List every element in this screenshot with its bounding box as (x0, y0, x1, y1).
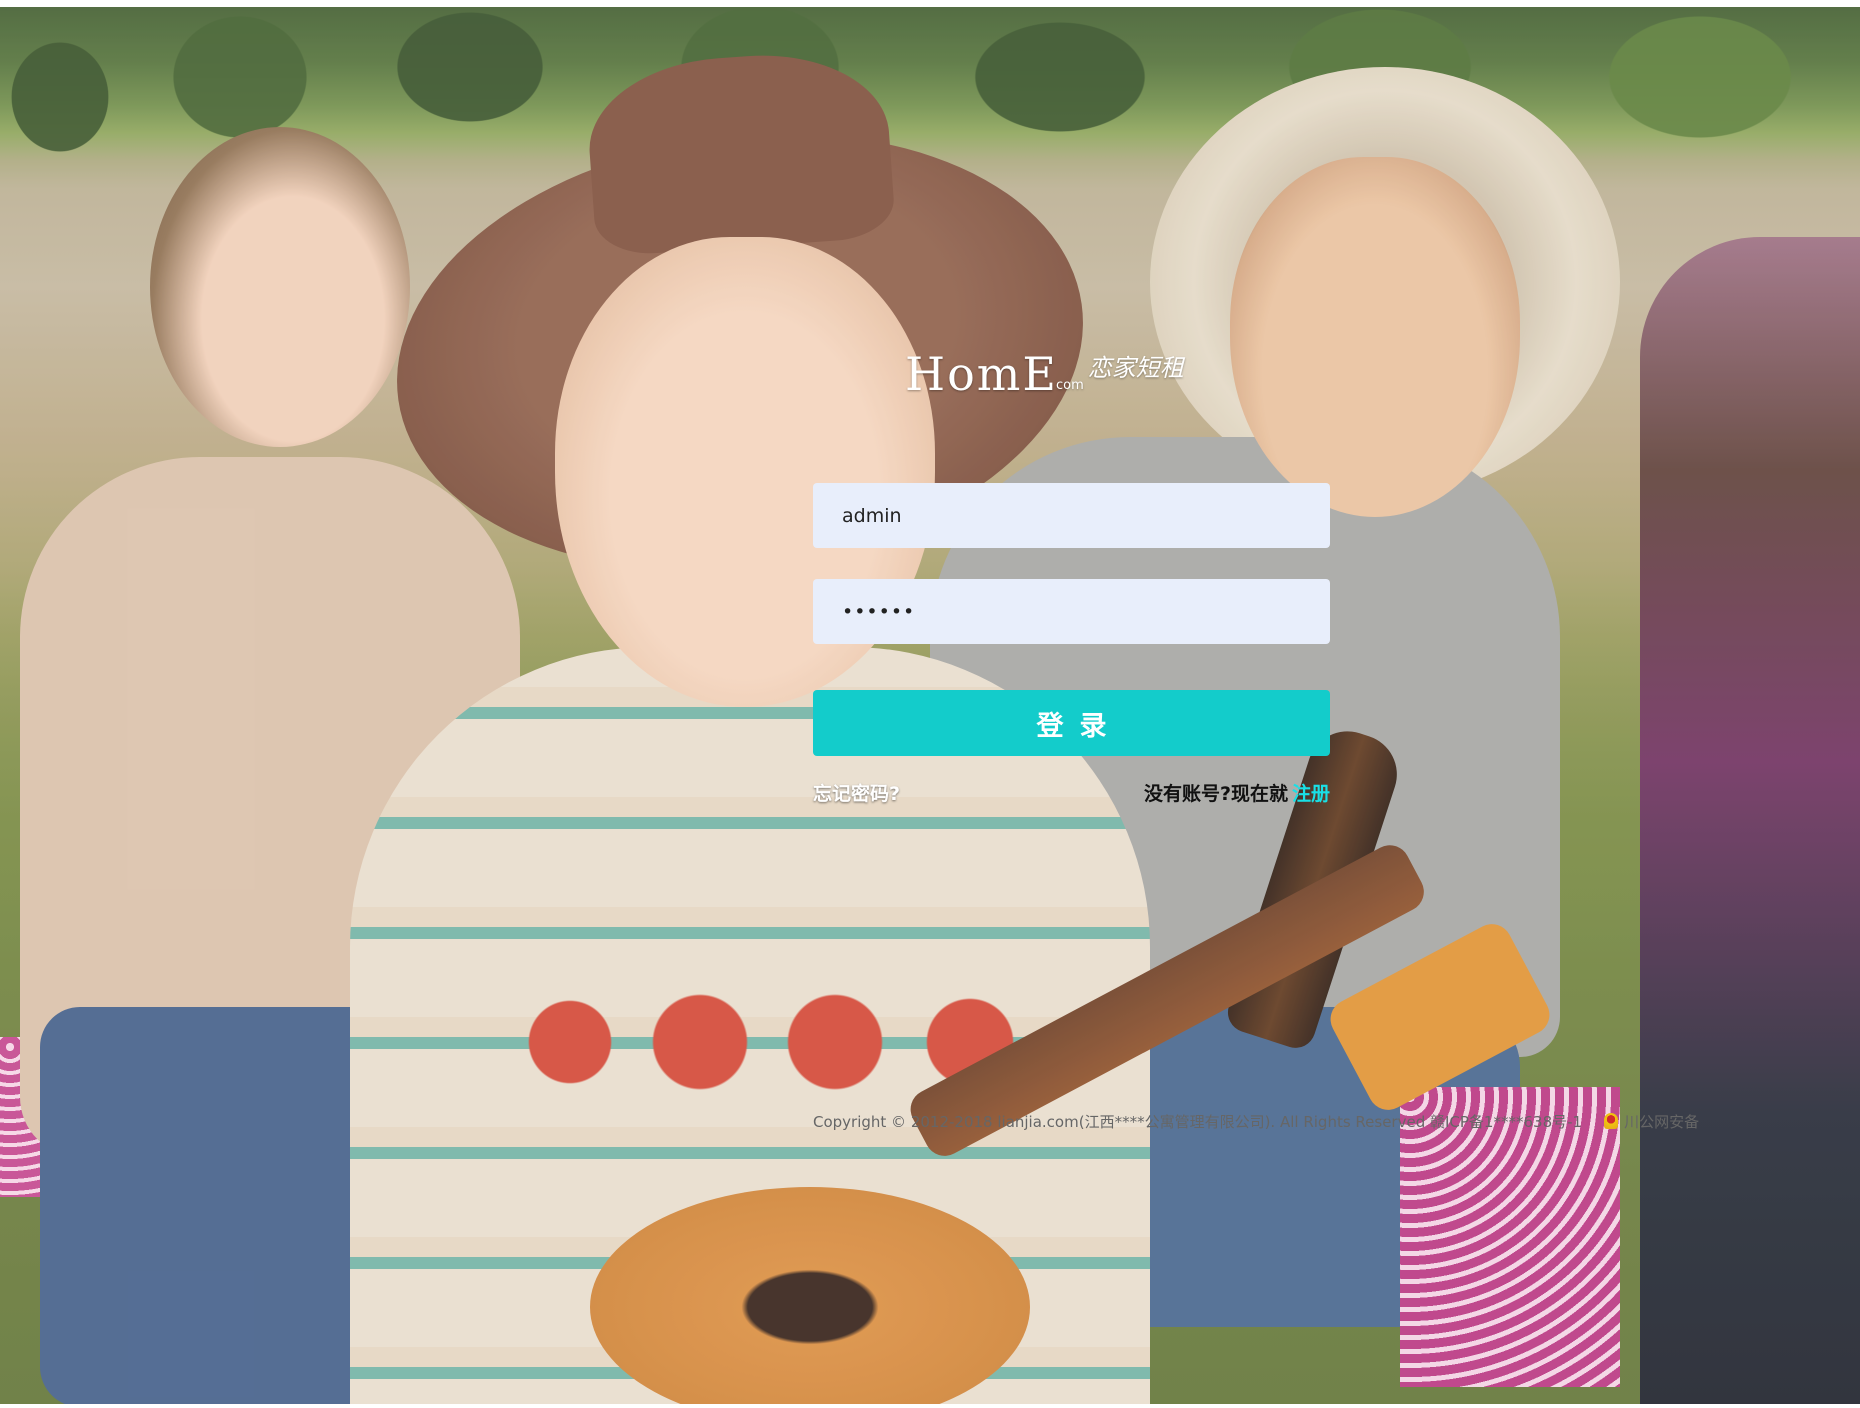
logo-brand: HomE (905, 347, 1059, 401)
bg-sweater-hearts (500, 987, 1060, 1097)
bg-far-right-person (1640, 237, 1860, 1404)
bg-person-left-head (150, 127, 410, 447)
bg-ukulele-body (590, 1187, 1030, 1404)
footer-copyright: Copyright © 2012-2018 lianjia.com(江西****… (813, 1113, 1583, 1131)
bg-blanket-right (1400, 1087, 1620, 1387)
forgot-password-link[interactable]: 忘记密码? (813, 779, 900, 806)
register-link[interactable]: 注册 (1292, 783, 1330, 805)
bg-right-jeans (1000, 1007, 1520, 1327)
register-prompt-text: 没有账号?现在就 (1143, 783, 1288, 805)
bg-bottle (1222, 720, 1408, 1054)
bg-right-hat (1150, 67, 1620, 497)
footer: Copyright © 2012-2018 lianjia.com(江西****… (813, 1111, 1699, 1132)
bg-treeline (0, 7, 1860, 177)
police-badge-icon (1604, 1113, 1619, 1129)
bg-right-face (1230, 157, 1520, 517)
password-input[interactable] (813, 579, 1330, 644)
bg-blanket-left (0, 1037, 60, 1197)
bg-person-left-body (20, 457, 520, 1157)
bg-person-left-jeans (40, 1007, 460, 1404)
bg-ukulele-head (1323, 917, 1557, 1117)
username-input[interactable] (813, 483, 1330, 548)
logo-dotcom: com (1056, 378, 1084, 393)
register-prompt: 没有账号?现在就 注册 (1144, 779, 1330, 806)
login-button[interactable]: 登录 (813, 690, 1330, 756)
bg-center-sweater (350, 647, 1150, 1404)
logo-chinese: 恋家短租 (1087, 354, 1184, 382)
footer-police-record[interactable]: 川公网安备 (1624, 1113, 1699, 1131)
bg-hat-crown (583, 46, 897, 258)
site-logo: HomE com 恋家短租 (905, 337, 1235, 397)
